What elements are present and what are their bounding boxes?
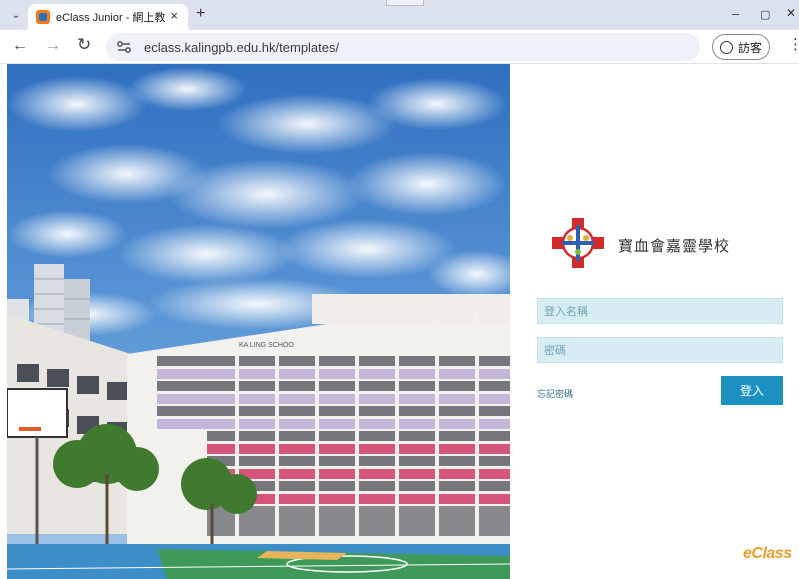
username-input[interactable]: 登入名稱 bbox=[537, 298, 783, 324]
school-photo: KA LING SCHOO bbox=[7, 64, 510, 579]
tab-title: eClass Junior - 網上教室內 bbox=[56, 12, 166, 24]
url-text: eclass.kalingpb.edu.hk/templates/ bbox=[144, 39, 340, 55]
maximize-button[interactable]: ▢ bbox=[760, 8, 770, 21]
username-placeholder: 登入名稱 bbox=[544, 306, 588, 318]
reload-button[interactable]: ↻ bbox=[77, 35, 91, 55]
profile-label: 訪客 bbox=[737, 40, 762, 55]
tab-eclass[interactable]: eClass Junior - 網上教室內 × bbox=[28, 4, 188, 30]
tab-strip: ⌄ eClass Junior - 網上教室內 × + – ▢ ✕ bbox=[0, 0, 799, 30]
minimize-button[interactable]: – bbox=[732, 6, 739, 21]
login-panel: 寶血會嘉靈學校 登入名稱 密碼 忘記密碼 登入 eClass bbox=[510, 64, 799, 579]
password-input[interactable]: 密碼 bbox=[537, 337, 783, 363]
password-placeholder: 密碼 bbox=[544, 345, 566, 357]
eclass-favicon-icon bbox=[36, 10, 50, 24]
tab-search-dropdown[interactable]: ⌄ bbox=[8, 7, 24, 23]
school-header: 寶血會嘉靈學校 bbox=[550, 216, 730, 275]
building-sign: KA LING SCHOO bbox=[239, 342, 294, 349]
browser-menu-icon[interactable]: ⋮ bbox=[788, 37, 799, 52]
guest-profile-button[interactable]: 訪客 bbox=[712, 34, 770, 60]
browser-toolbar: ← → ↻ eclass.kalingpb.edu.hk/templates/ … bbox=[0, 30, 799, 64]
new-tab-button[interactable]: + bbox=[196, 5, 205, 23]
close-window-button[interactable]: ✕ bbox=[786, 6, 796, 20]
school-crest-icon bbox=[550, 216, 606, 275]
tab-close-icon[interactable]: × bbox=[170, 8, 178, 23]
school-name: 寶血會嘉靈學校 bbox=[618, 237, 731, 255]
site-info-icon[interactable] bbox=[112, 35, 136, 59]
forward-button[interactable]: → bbox=[45, 37, 61, 55]
window-notch bbox=[386, 0, 424, 6]
login-button[interactable]: 登入 bbox=[721, 376, 783, 405]
address-bar[interactable]: eclass.kalingpb.edu.hk/templates/ bbox=[106, 33, 700, 61]
profile-icon bbox=[719, 40, 733, 54]
back-button[interactable]: ← bbox=[12, 37, 28, 55]
eclass-logo: eClass bbox=[743, 545, 792, 562]
forgot-password-link[interactable]: 忘記密碼 bbox=[537, 387, 573, 400]
